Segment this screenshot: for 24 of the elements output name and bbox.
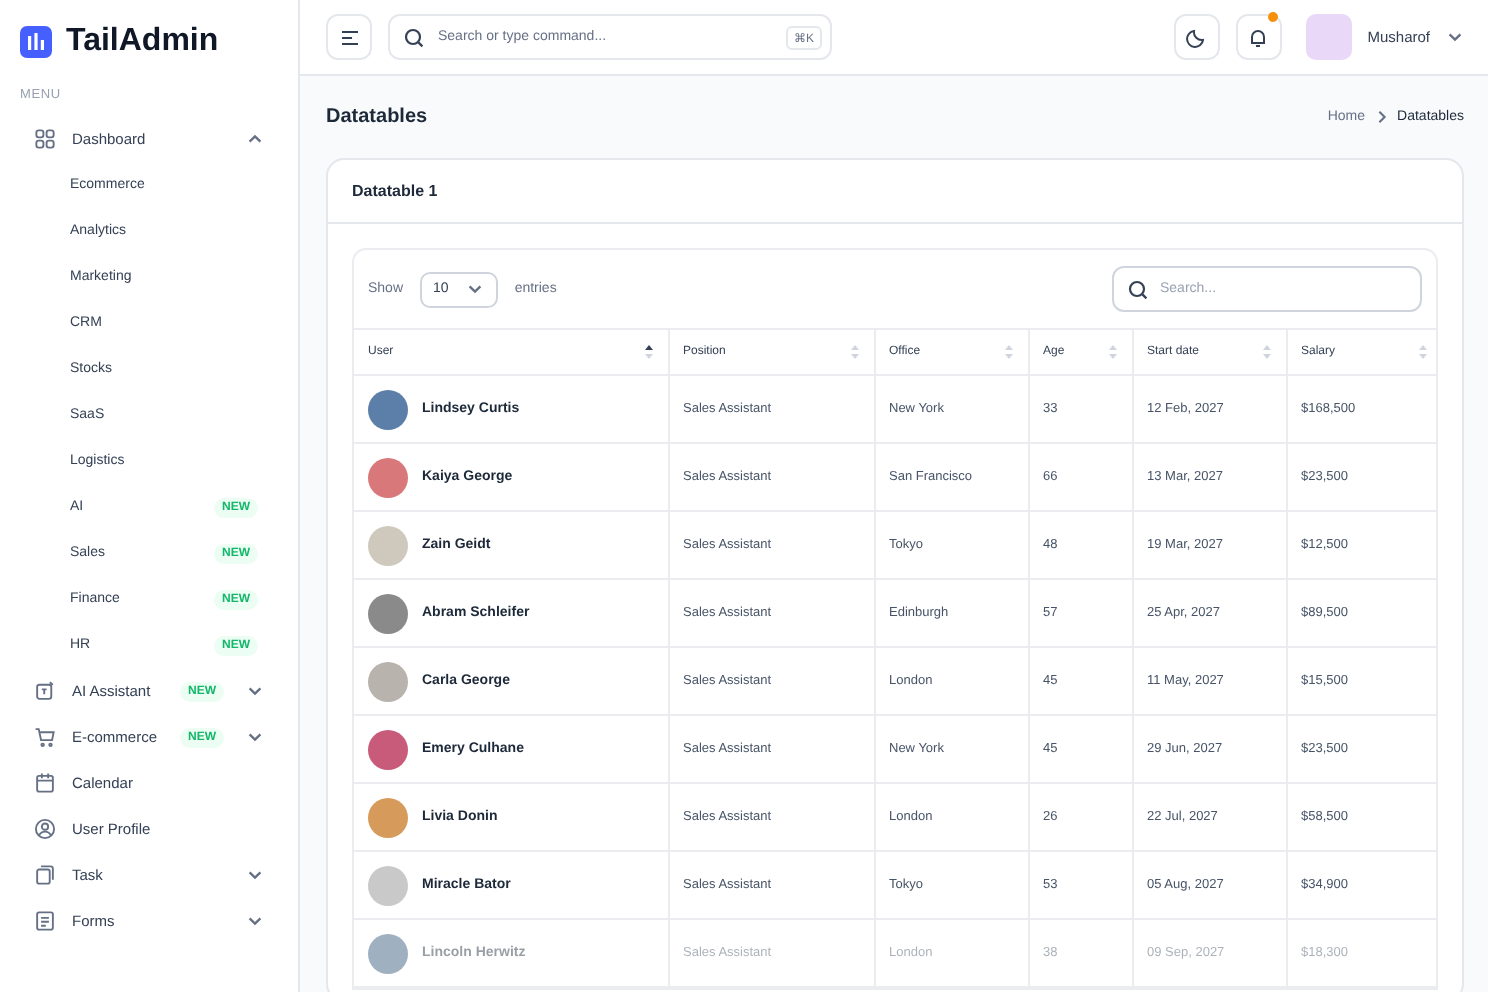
- theme-toggle-button[interactable]: [1173, 14, 1220, 60]
- menu-button[interactable]: [326, 14, 372, 60]
- notification-button[interactable]: [1235, 14, 1282, 60]
- chevron-icon: [466, 280, 485, 298]
- chevron-icon: [1446, 28, 1464, 46]
- robot-icon: [34, 680, 56, 702]
- avatar[interactable]: [1305, 14, 1352, 60]
- calendar-icon: [34, 772, 56, 794]
- search-icon: [404, 27, 424, 47]
- user-circle-icon: [34, 818, 56, 840]
- bell-icon: [1248, 27, 1269, 47]
- moon-icon: [1186, 27, 1207, 47]
- logo-text: TailAdmin: [66, 24, 219, 60]
- card-title: Datatable 1: [328, 160, 1462, 224]
- menu-icon: [339, 29, 359, 45]
- search-icon: [1128, 279, 1148, 299]
- form-icon: [34, 910, 56, 932]
- cart-icon: [34, 726, 56, 748]
- pages-icon: [34, 864, 56, 886]
- logo-icon: [20, 26, 52, 58]
- grid-icon: [34, 128, 56, 150]
- page-title: Datatables: [326, 106, 428, 128]
- chevron-right-icon: [1375, 110, 1388, 124]
- sort-icon[interactable]: [643, 344, 653, 360]
